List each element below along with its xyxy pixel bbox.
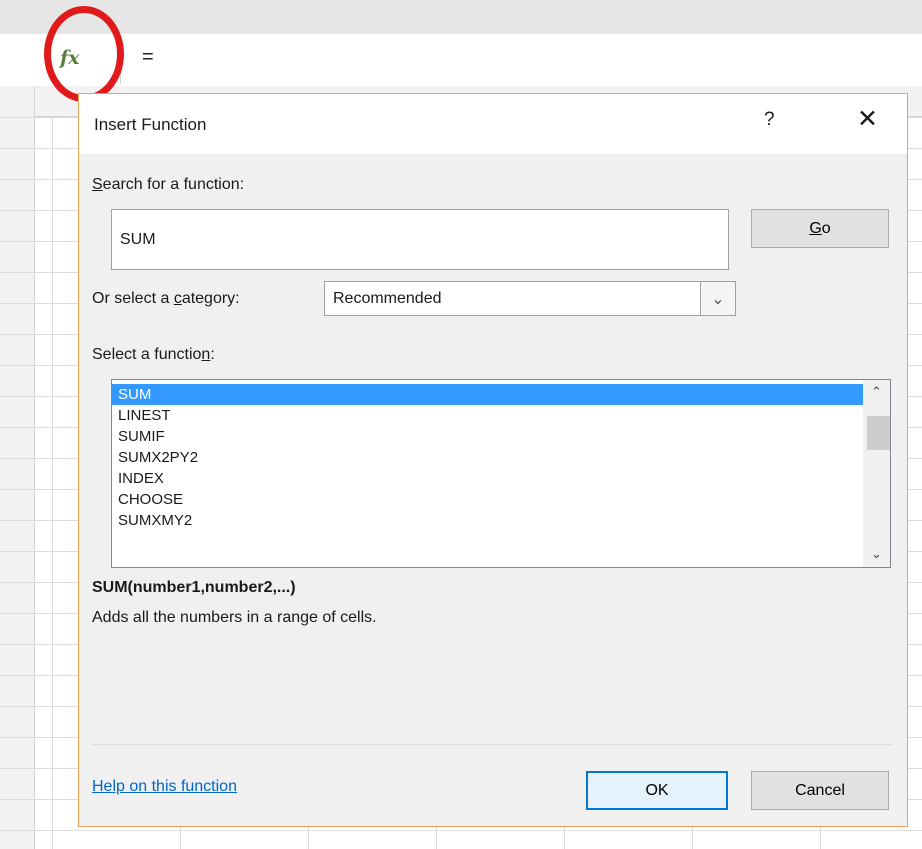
scroll-up-icon[interactable]: ⌃ xyxy=(863,384,890,402)
go-button[interactable]: Go xyxy=(751,209,889,248)
dialog-title: Insert Function xyxy=(94,115,207,134)
excel-ribbon-strip xyxy=(0,0,922,35)
scroll-down-icon[interactable]: ⌄ xyxy=(863,546,890,564)
search-label: Search for a function: xyxy=(92,176,245,193)
cancel-button[interactable]: Cancel xyxy=(751,771,889,810)
ok-button[interactable]: OK xyxy=(586,771,728,810)
formula-bar xyxy=(0,34,922,87)
category-label: Or select a category: xyxy=(92,290,240,307)
highlight-circle-annotation xyxy=(44,6,124,102)
formula-bar-content[interactable]: = xyxy=(142,46,154,69)
help-icon[interactable]: ? xyxy=(764,109,775,131)
function-signature: SUM(number1,number2,...) xyxy=(92,579,296,596)
dialog-divider xyxy=(92,744,892,745)
category-dropdown[interactable]: Recommended ⌄ xyxy=(324,281,736,316)
function-list-item[interactable]: SUMIF xyxy=(112,426,863,447)
function-list-item[interactable]: SUMXMY2 xyxy=(112,510,863,531)
function-list[interactable]: SUMXMY2 CHOOSE INDEX SUMX2PY2 SUMIF LINEST SUM… xyxy=(111,379,891,568)
function-list-item[interactable]: SUM xyxy=(112,384,863,405)
function-list-scrollbar[interactable]: ⌃ ⌄ xyxy=(863,380,890,567)
function-list-label: Select a function: xyxy=(92,346,215,363)
close-icon[interactable]: ✕ xyxy=(857,104,878,134)
help-on-function-link[interactable]: Help on this function xyxy=(92,778,237,796)
function-list-item[interactable]: SUMX2PY2 xyxy=(112,447,863,468)
function-list-item[interactable]: INDEX xyxy=(112,468,863,489)
insert-function-dialog: Insert Function ? ✕ Search for a functio… xyxy=(78,93,908,827)
chevron-down-icon[interactable]: ⌄ xyxy=(700,282,735,315)
scroll-thumb[interactable] xyxy=(867,416,890,450)
function-description: Adds all the numbers in a range of cells… xyxy=(92,609,377,626)
dialog-titlebar[interactable]: Insert Function ? ✕ xyxy=(79,94,907,154)
function-list-item[interactable]: CHOOSE xyxy=(112,489,863,510)
category-selected-value: Recommended xyxy=(333,290,442,307)
search-input[interactable] xyxy=(111,209,729,270)
function-list-item[interactable]: LINEST xyxy=(112,405,863,426)
